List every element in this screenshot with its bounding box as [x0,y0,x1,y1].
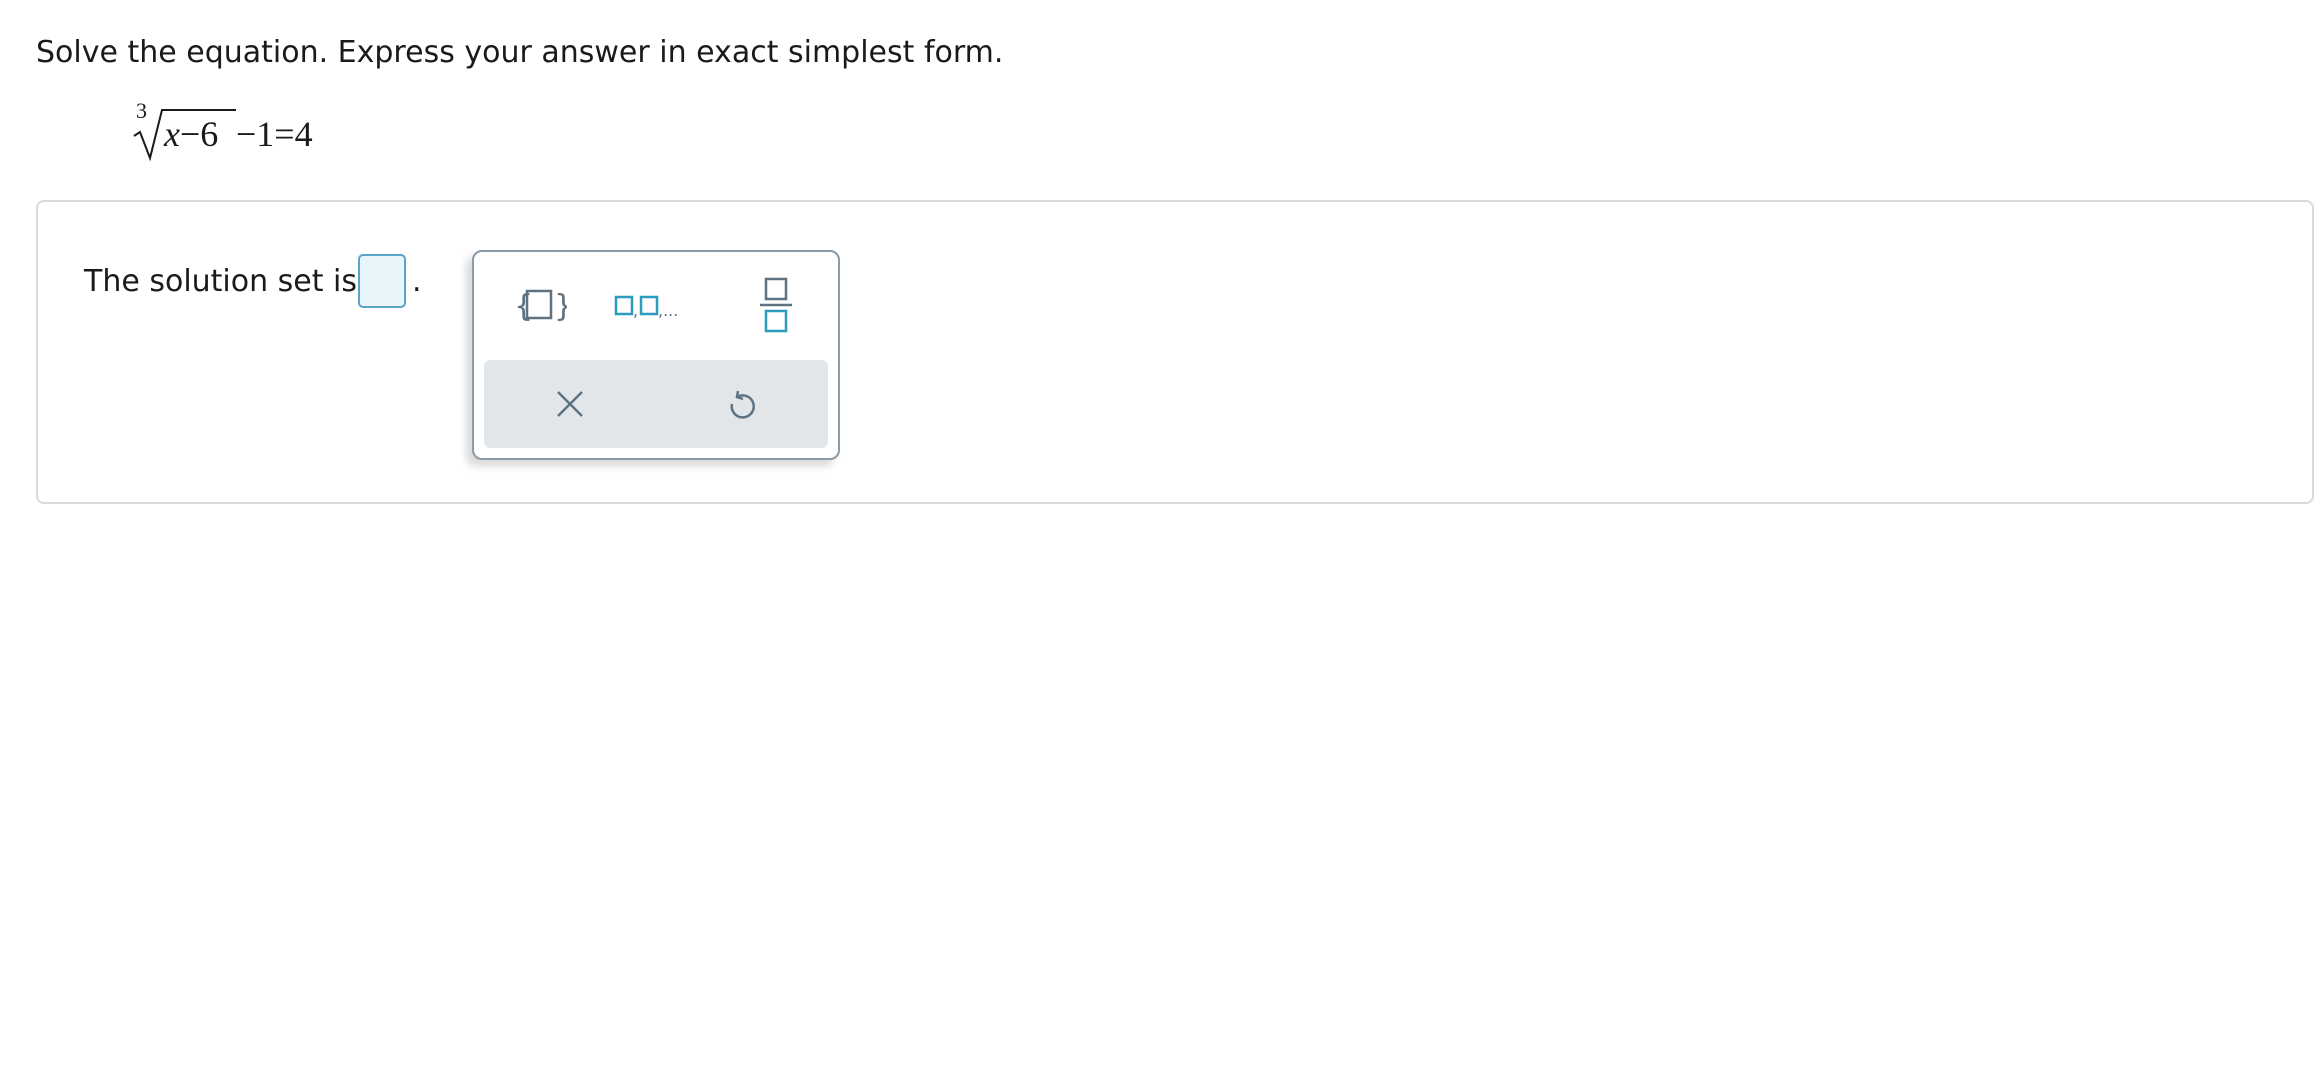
svg-text:,: , [633,301,638,320]
question-instructions: Solve the equation. Express your answer … [36,35,1004,70]
undo-icon [730,390,755,419]
svg-text:}: } [554,289,567,324]
undo-button[interactable] [712,374,772,434]
svg-text:,...: ,... [658,301,678,320]
equation-rest: −1=4 [236,114,313,154]
fraction-button[interactable] [736,270,816,340]
radicand: x−6 [164,114,218,154]
fraction-icon [760,277,792,333]
clear-button[interactable] [540,374,600,434]
list-icon: , ,... [614,295,678,320]
radicand-rest: −6 [179,114,219,154]
list-button[interactable]: , ,... [610,270,690,340]
answer-prompt: The solution set is [84,264,358,299]
answer-input[interactable] [358,254,406,308]
palette-action-bar [484,360,828,448]
answer-period: . [412,264,422,299]
close-icon [557,391,583,417]
answer-panel: The solution set is . { } , ,... [36,200,2314,504]
math-palette: { } , ,... [472,250,840,460]
radicand-variable: x [164,114,180,154]
set-braces-icon: { } [514,289,567,324]
set-braces-button[interactable]: { } [500,270,580,340]
